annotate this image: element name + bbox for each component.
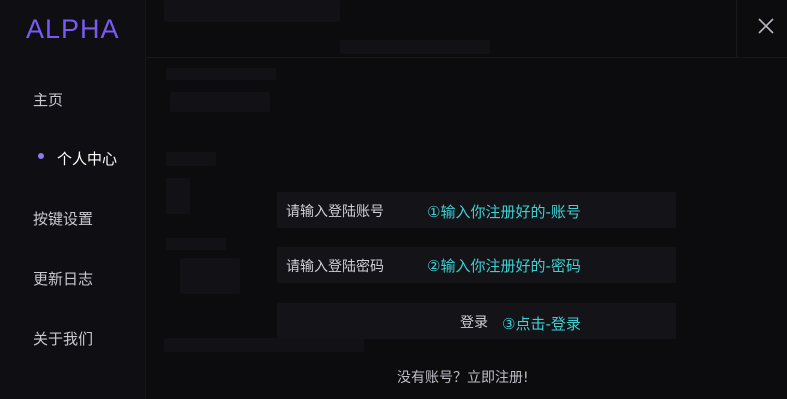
ghost-block [164, 0, 340, 22]
sidebar-item-changelog[interactable]: 更新日志 [33, 268, 93, 289]
ghost-block [340, 40, 490, 54]
account-placeholder: 请输入登陆账号 [286, 204, 384, 220]
ghost-block [166, 68, 276, 80]
login-hint: ③点击-登录 [502, 315, 581, 333]
account-hint: ①输入你注册好的-账号 [427, 203, 581, 221]
ghost-block [170, 92, 270, 112]
password-hint: ②输入你注册好的-密码 [427, 257, 581, 275]
ghost-block [164, 338, 364, 352]
login-button-label: 登录 [460, 315, 488, 331]
login-button[interactable]: 登录 [277, 303, 676, 339]
sidebar-item-profile[interactable]: 个人中心 [57, 148, 117, 169]
password-placeholder: 请输入登陆密码 [286, 259, 384, 275]
ghost-block [166, 178, 190, 214]
sidebar-item-about[interactable]: 关于我们 [33, 328, 93, 349]
ghost-block [180, 258, 240, 294]
bullet-dot-icon [38, 153, 44, 159]
register-link[interactable]: 没有账号？立即注册! [397, 367, 529, 387]
header-divider [146, 57, 787, 58]
sidebar-item-keybinds[interactable]: 按键设置 [33, 208, 93, 229]
close-icon[interactable] [757, 17, 775, 35]
ghost-block [166, 152, 216, 166]
sidebar-item-home[interactable]: 主页 [33, 89, 63, 110]
ghost-block [166, 238, 226, 250]
app-logo: ALPHA [26, 14, 120, 44]
